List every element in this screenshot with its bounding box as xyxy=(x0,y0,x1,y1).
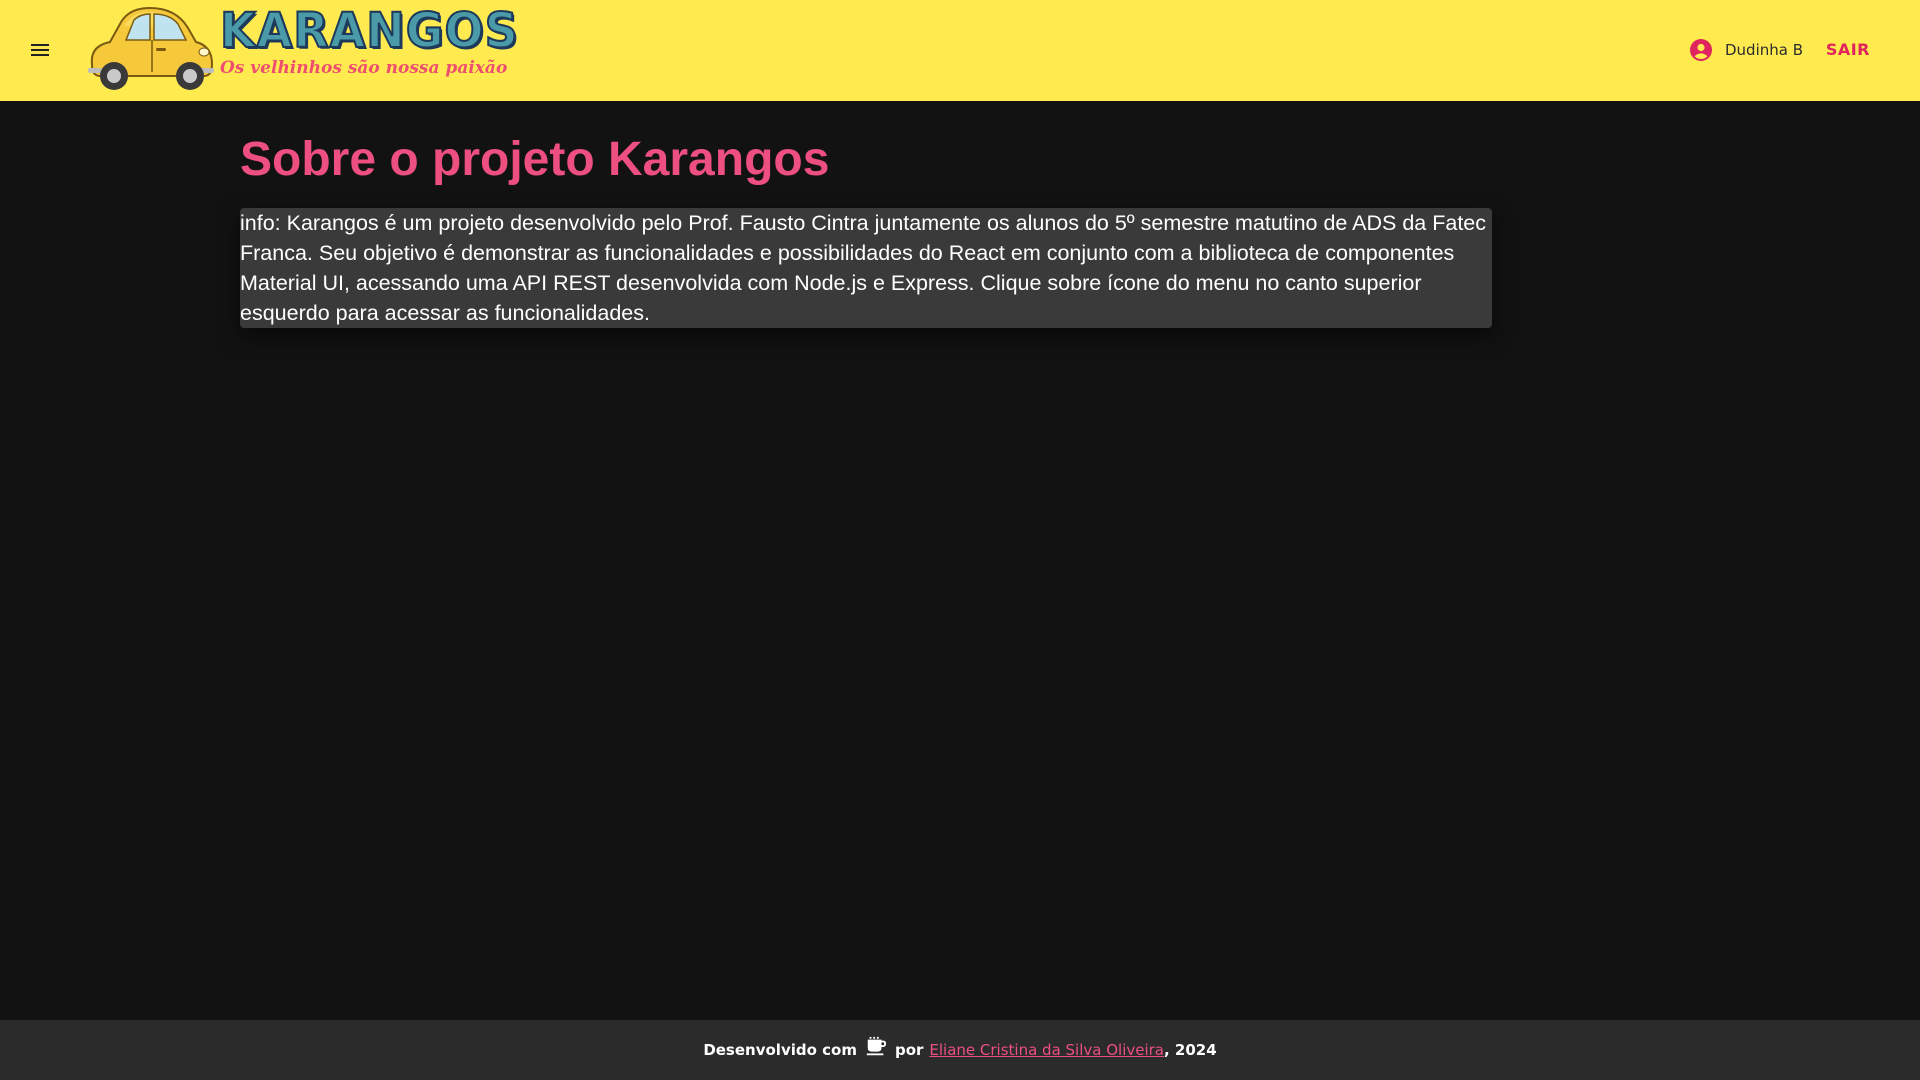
footer-prefix: Desenvolvido com xyxy=(703,1041,857,1059)
logo-title: KARANGOS xyxy=(219,1,519,60)
page-title: Sobre o projeto Karangos xyxy=(240,133,830,186)
menu-button[interactable] xyxy=(20,28,60,72)
footer-suffix: , 2024 xyxy=(1164,1041,1217,1059)
info-text: info: Karangos é um projeto desenvolvido… xyxy=(240,211,1487,325)
user-info[interactable]: Dudinha B xyxy=(1689,36,1803,64)
main-content: Sobre o projeto Karangos info: Karangos … xyxy=(240,128,1492,328)
info-paper: info: Karangos é um projeto desenvolvido… xyxy=(240,208,1492,328)
app-bar: KARANGOS Os velhinhos são nossa paixão D… xyxy=(0,0,1920,101)
footer-middle: por xyxy=(894,1041,924,1059)
author-link[interactable]: Eliane Cristina da Silva Oliveira xyxy=(929,1041,1164,1059)
car-icon xyxy=(88,6,214,90)
user-name: Dudinha B xyxy=(1724,41,1803,59)
menu-icon xyxy=(31,44,49,56)
logo[interactable]: KARANGOS Os velhinhos são nossa paixão xyxy=(84,0,519,100)
coffee-icon xyxy=(866,1036,887,1056)
account-circle-icon xyxy=(1689,39,1712,61)
footer: Desenvolvido com por Eliane Cristina da … xyxy=(0,1020,1920,1080)
logout-button[interactable]: SAIR xyxy=(1826,36,1870,64)
logo-tagline: Os velhinhos são nossa paixão xyxy=(220,58,508,78)
